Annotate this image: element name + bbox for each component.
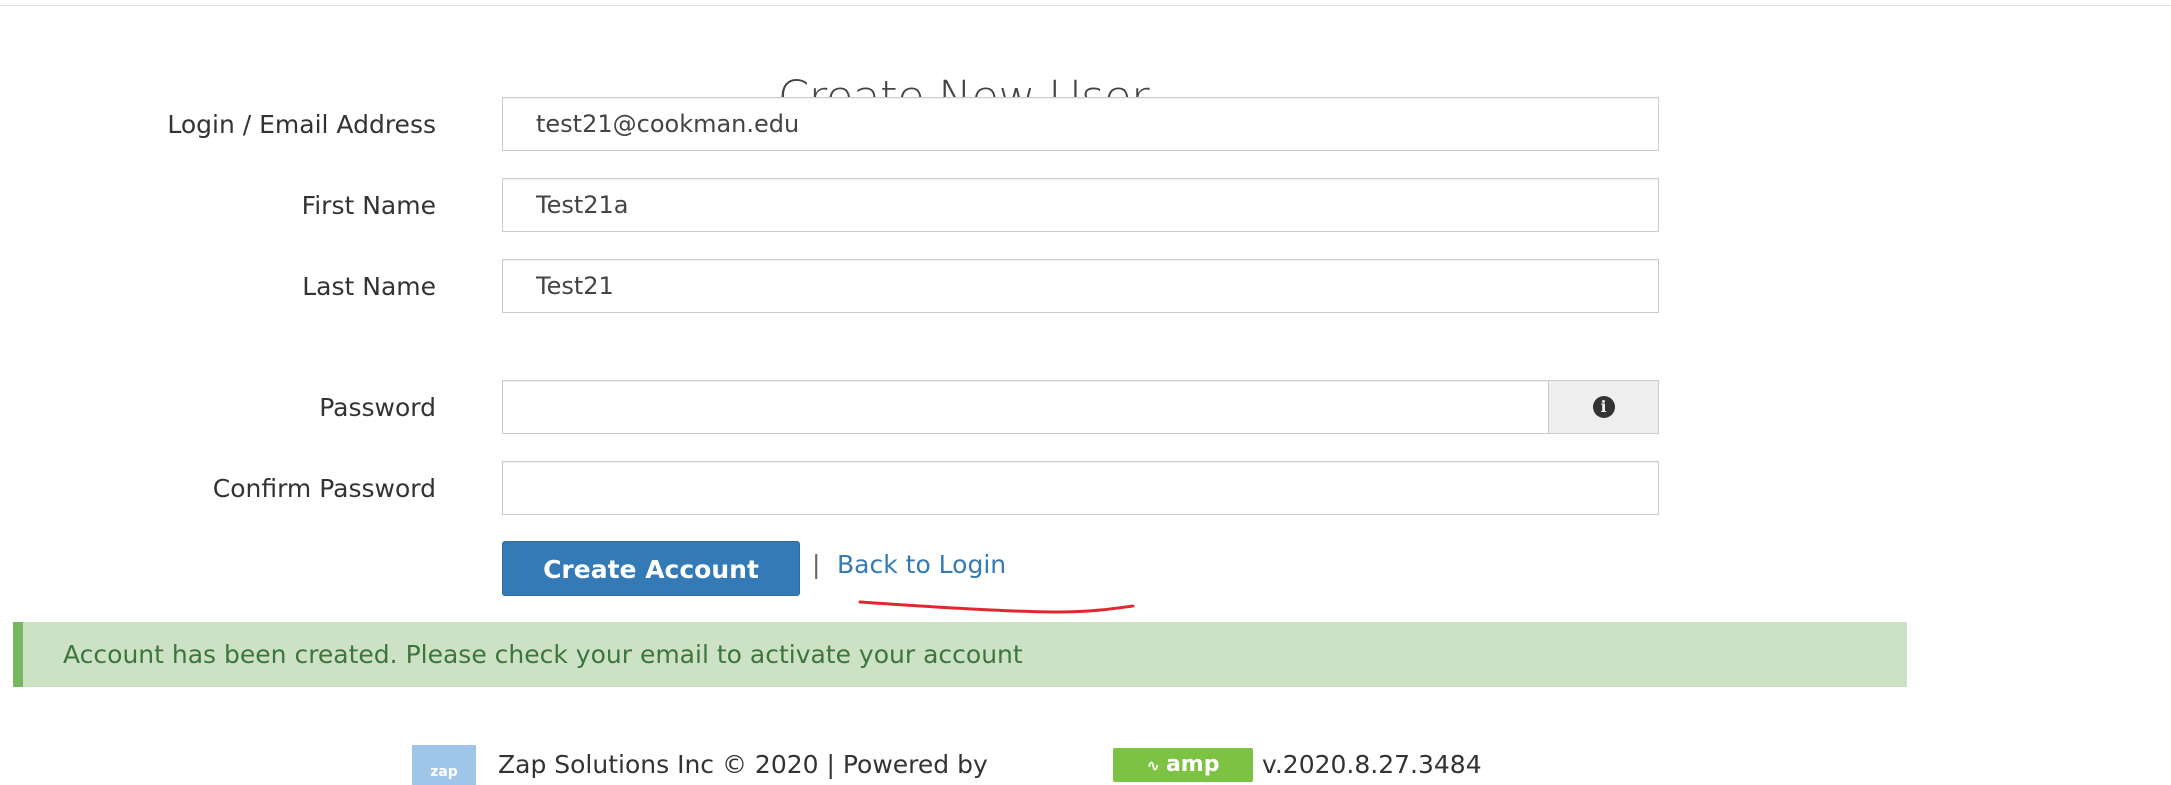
password-field[interactable] bbox=[502, 380, 1549, 434]
footer: zap Zap Solutions Inc © 2020 | Powered b… bbox=[0, 745, 2171, 785]
amp-logo-text: amp bbox=[1165, 752, 1220, 777]
amp-logo: ∿ amp bbox=[1113, 748, 1253, 782]
create-account-button[interactable]: Create Account bbox=[502, 541, 800, 596]
top-divider bbox=[0, 5, 2171, 6]
zap-logo: zap bbox=[412, 745, 476, 785]
action-separator: | bbox=[812, 550, 821, 579]
footer-company-text: Zap Solutions Inc © 2020 | Powered by bbox=[498, 750, 988, 779]
password-row: Password i bbox=[0, 380, 2171, 436]
wave-icon: ∿ bbox=[1146, 756, 1160, 775]
password-label: Password bbox=[319, 393, 436, 422]
first-name-field[interactable] bbox=[502, 178, 1659, 232]
success-alert: Account has been created. Please check y… bbox=[13, 622, 1907, 687]
confirm-password-label: Confirm Password bbox=[212, 474, 436, 503]
last-name-label: Last Name bbox=[302, 272, 436, 301]
email-row: Login / Email Address bbox=[0, 97, 2171, 153]
password-info-addon[interactable]: i bbox=[1548, 380, 1659, 434]
first-name-row: First Name bbox=[0, 178, 2171, 234]
email-field[interactable] bbox=[502, 97, 1659, 151]
last-name-row: Last Name bbox=[0, 259, 2171, 315]
confirm-password-field[interactable] bbox=[502, 461, 1659, 515]
success-alert-message: Account has been created. Please check y… bbox=[63, 640, 1023, 669]
info-circle-icon: i bbox=[1592, 396, 1615, 418]
back-to-login-link[interactable]: Back to Login bbox=[837, 547, 1006, 583]
first-name-label: First Name bbox=[301, 191, 436, 220]
version-text: v.2020.8.27.3484 bbox=[1262, 750, 1482, 779]
last-name-field[interactable] bbox=[502, 259, 1659, 313]
red-annotation-underline bbox=[858, 600, 1135, 614]
confirm-password-row: Confirm Password bbox=[0, 461, 2171, 517]
create-user-page: Create New User Login / Email Address Fi… bbox=[0, 0, 2171, 785]
email-label: Login / Email Address bbox=[167, 110, 436, 139]
